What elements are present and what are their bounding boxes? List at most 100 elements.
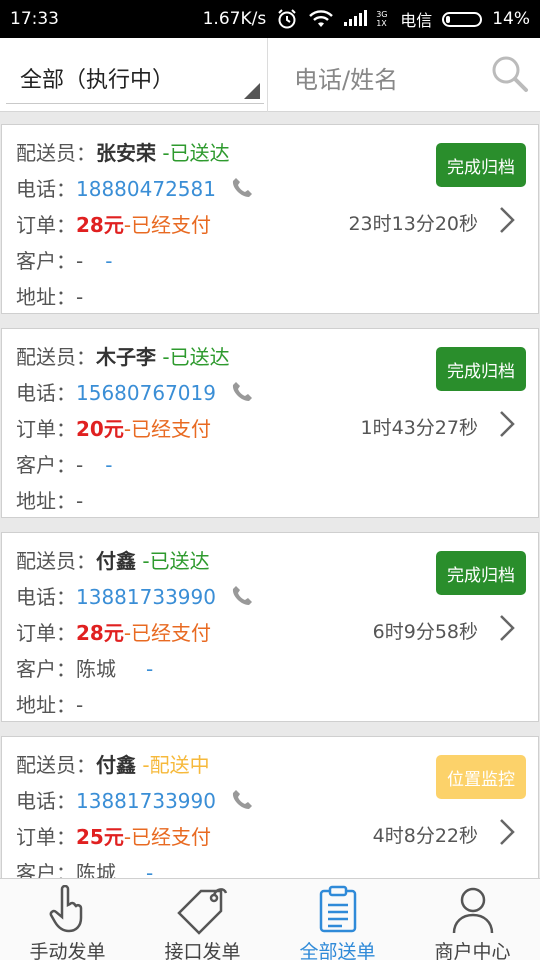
network-speed: 1.67K/s [202,9,267,29]
bottom-nav: 手动发单 接口发单 全部送单 商户中心 [0,878,540,960]
phone-call-icon[interactable] [232,789,252,816]
tag-icon [176,888,227,935]
elapsed-timer: 23时13分20秒 [348,213,478,235]
customer-name: - [76,453,84,477]
battery-percent: 14% [492,9,530,29]
order-price: 28元 [76,213,124,237]
battery-icon [442,11,483,27]
wifi-icon [308,9,334,29]
phone-row: 电话：18880472581 [16,173,252,204]
tab-label: 商户中心 [434,941,511,960]
customer-row: 客户：陈城 - [16,657,154,681]
archive-button[interactable]: 完成归档 [436,551,526,595]
dropdown-box: 全部（执行中） [6,46,264,104]
archive-button[interactable]: 完成归档 [436,143,526,187]
delivery-status: -配送中 [142,753,210,777]
order-card[interactable]: 配送员：张安荣 -已送达 电话：18880472581 订单：28元-已经支付 … [1,124,539,314]
search-placeholder: 电话/姓名 [294,66,399,94]
customer-row: 客户：- - [16,453,113,477]
chevron-right-icon[interactable] [498,613,516,647]
address-value: - [76,489,84,513]
courier-row: 配送员：木子李 -已送达 [16,345,230,369]
tab-label: 接口发单 [164,941,241,960]
elapsed-timer: 4时8分22秒 [372,825,478,847]
phone-call-icon[interactable] [232,585,252,612]
order-row: 订单：28元-已经支付 [16,213,212,237]
payment-status: -已经支付 [123,621,212,645]
phone-number[interactable]: 13881733990 [76,585,216,609]
phone-row: 电话：15680767019 [16,377,252,408]
phone-number[interactable]: 13881733990 [76,789,216,813]
payment-status: -已经支付 [123,213,212,237]
customer-dash: - [146,861,154,878]
customer-dash: - [105,249,113,273]
phone-number[interactable]: 15680767019 [76,381,216,405]
delivery-status: -已送达 [162,345,230,369]
customer-name: - [76,249,84,273]
search-icon[interactable] [490,54,530,98]
tab-label: 手动发单 [29,941,106,960]
order-card[interactable]: 配送员：付鑫 -已送达 电话：13881733990 订单：28元-已经支付 客… [1,532,539,722]
address-row: 地址：- [16,693,84,717]
phone-call-icon[interactable] [232,177,252,204]
delivery-status: -已送达 [142,549,210,573]
order-price: 28元 [76,621,124,645]
dropdown-triangle-icon [244,83,260,99]
payment-status: -已经支付 [123,825,212,849]
hand-pointer-icon [49,885,82,933]
order-price: 25元 [76,825,124,849]
phone-row: 电话：13881733990 [16,785,252,816]
courier-name: 张安荣 [96,141,156,165]
address-row: 地址：- [16,489,84,513]
customer-row: 客户：- - [16,249,113,273]
carrier-name: 电信 [400,11,433,30]
order-row: 订单：20元-已经支付 [16,417,212,441]
location-monitor-button[interactable]: 位置监控 [436,755,526,799]
user-icon [452,887,493,934]
phone-number[interactable]: 18880472581 [76,177,216,201]
status-bar: 17:33 1.67K/s 3G 1X 电信 14% [0,0,540,38]
customer-dash: - [146,657,154,681]
tab-api-order[interactable]: 接口发单 [135,879,270,960]
phone-row: 电话：13881733990 [16,581,252,612]
order-row: 订单：28元-已经支付 [16,621,212,645]
signal-icon: 3G 1X [344,10,390,28]
dropdown-selected-value: 全部（执行中） [20,68,175,93]
courier-name: 付鑫 [96,549,136,573]
tab-merchant-center[interactable]: 商户中心 [405,879,540,960]
payment-status: -已经支付 [123,417,212,441]
order-row: 订单：25元-已经支付 [16,825,212,849]
elapsed-timer: 1时43分27秒 [360,417,478,439]
search-field[interactable]: 电话/姓名 [268,38,540,111]
customer-name: 陈城 [76,657,116,681]
tab-all-orders[interactable]: 全部送单 [270,879,405,960]
chevron-right-icon[interactable] [498,205,516,239]
customer-row: 客户：陈城 - [16,857,153,878]
delivery-status: -已送达 [162,141,230,165]
address-value: - [76,693,84,717]
tab-manual-order[interactable]: 手动发单 [0,879,135,960]
customer-name: 陈城 [76,861,116,878]
customer-dash: - [105,453,113,477]
phone-call-icon[interactable] [232,381,252,408]
address-row: 地址：- [16,285,84,309]
chevron-right-icon[interactable] [498,817,516,851]
network-type: 3G 1X [376,10,388,28]
filter-bar: 全部（执行中） 电话/姓名 [0,38,540,112]
elapsed-timer: 6时9分58秒 [372,621,478,643]
courier-name: 付鑫 [96,753,136,777]
status-time: 17:33 [10,9,59,29]
tab-label: 全部送单 [299,941,376,960]
courier-name: 木子李 [96,345,156,369]
courier-row: 配送员：付鑫 -配送中 [16,753,210,777]
courier-row: 配送员：张安荣 -已送达 [16,141,230,165]
order-card[interactable]: 配送员：木子李 -已送达 电话：15680767019 订单：20元-已经支付 … [1,328,539,518]
chevron-right-icon[interactable] [498,409,516,443]
status-filter-dropdown[interactable]: 全部（执行中） [0,38,268,112]
order-card[interactable]: 配送员：付鑫 -配送中 电话：13881733990 订单：25元-已经支付 客… [1,736,539,878]
status-indicators: 1.67K/s 3G 1X 电信 14% [203,7,530,31]
alarm-icon [276,8,298,30]
order-list[interactable]: 配送员：张安荣 -已送达 电话：18880472581 订单：28元-已经支付 … [0,112,540,878]
archive-button[interactable]: 完成归档 [436,347,526,391]
address-value: - [76,285,84,309]
